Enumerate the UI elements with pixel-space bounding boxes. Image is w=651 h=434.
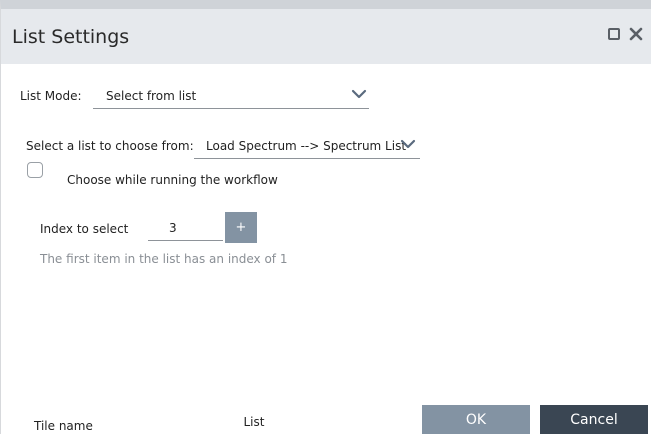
restore-button[interactable] [606,26,622,42]
cancel-button[interactable]: Cancel [540,405,648,434]
choose-while-running-label: Choose while running the workflow [67,173,278,187]
list-mode-label: List Mode: [20,89,82,103]
dialog-title: List Settings [12,26,130,48]
chevron-down-icon [351,89,367,99]
chevron-down-icon [400,139,416,149]
index-value: 3 [169,221,177,235]
tile-name-label: Tile name [34,419,93,433]
source-list-value: Load Spectrum --> Spectrum List [206,139,407,153]
close-icon [629,27,643,41]
tile-name-value: List [243,415,265,429]
increment-index-button[interactable]: + [225,212,257,243]
list-mode-select[interactable]: Select from list [93,85,369,109]
source-list-label: Select a list to choose from: [26,139,194,153]
list-mode-value: Select from list [106,89,197,103]
source-list-select[interactable]: Load Spectrum --> Spectrum List [194,135,420,159]
close-button[interactable] [628,26,644,42]
title-bar: List Settings [1,9,651,64]
choose-while-running-checkbox[interactable] [27,162,43,178]
restore-icon [608,28,620,40]
ok-button[interactable]: OK [422,405,530,434]
index-input[interactable]: 3 [148,211,223,241]
list-settings-dialog: List Settings List Mode: Select from lis… [0,0,651,434]
index-hint: The first item in the list has an index … [40,252,288,266]
index-label: Index to select [40,222,129,236]
tile-name-input[interactable]: List [113,409,395,434]
